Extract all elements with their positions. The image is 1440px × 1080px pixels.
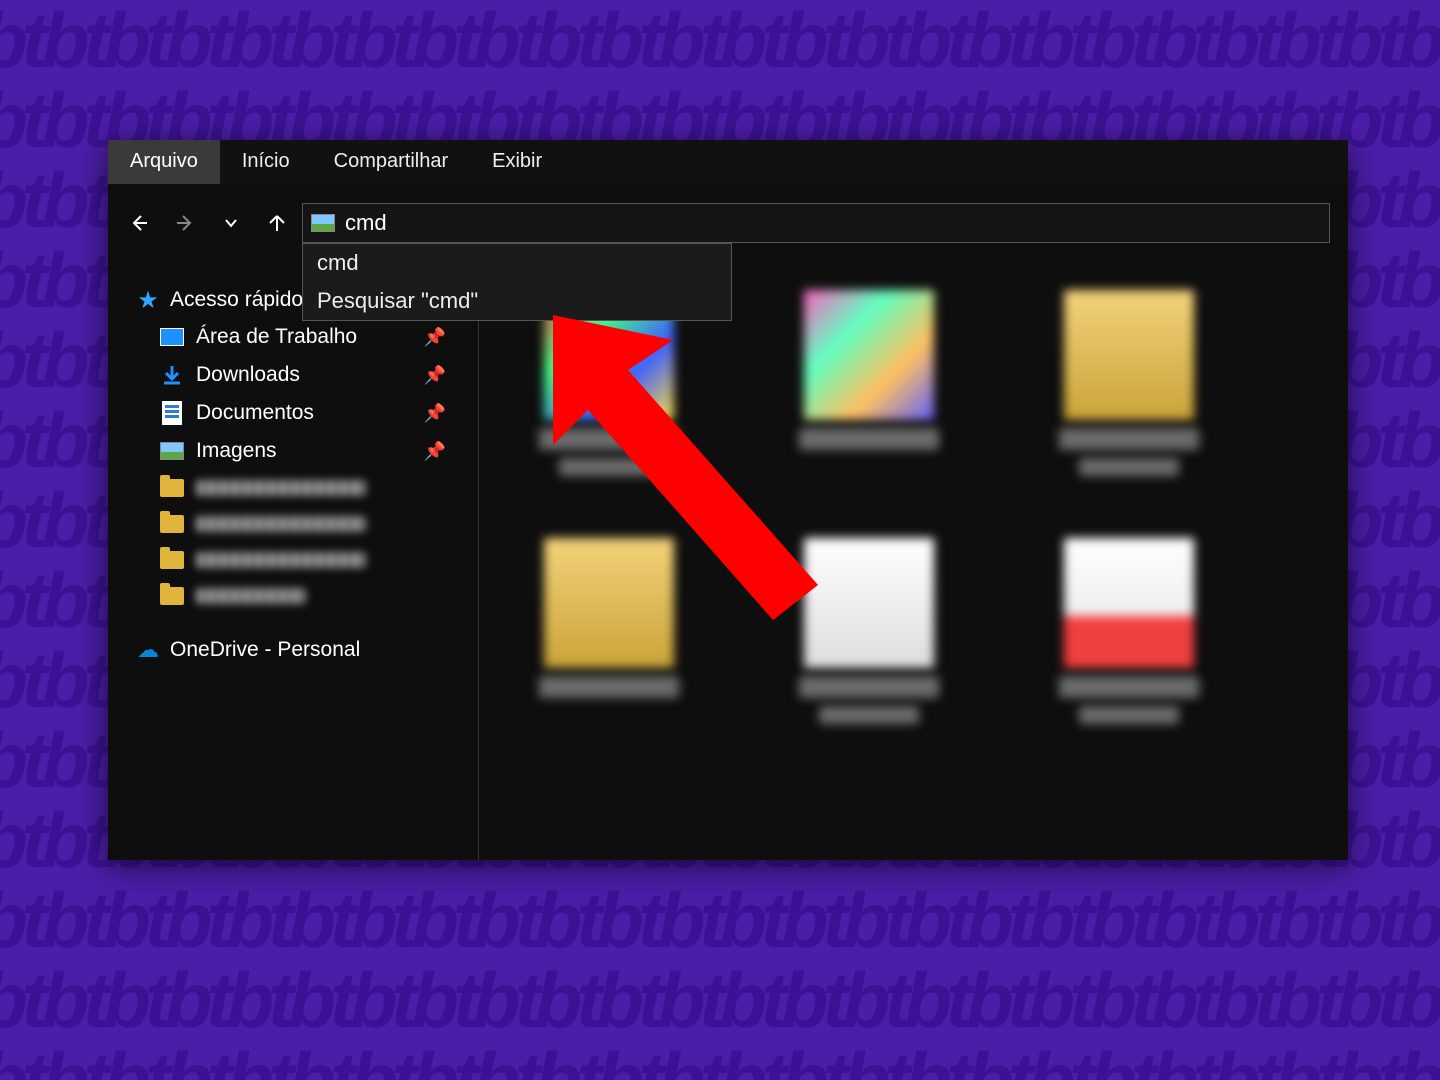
- folder-icon: [160, 551, 184, 569]
- up-button[interactable]: [256, 202, 298, 244]
- sidebar: ★ Acesso rápido Área de Trabalho 📌 Downl…: [108, 250, 478, 860]
- nav-row: cmd Pesquisar "cmd": [108, 196, 1348, 250]
- sidebar-item-label-blurred: [196, 588, 306, 604]
- sidebar-item-folder[interactable]: [136, 542, 468, 578]
- folder-icon: [160, 515, 184, 533]
- pin-icon: 📌: [424, 441, 446, 462]
- menu-view[interactable]: Exibir: [470, 140, 564, 184]
- folder-thumbnail: [544, 538, 674, 668]
- file-label-blurred: [1059, 428, 1199, 450]
- file-thumbnail: [804, 290, 934, 420]
- arrow-right-icon: [175, 213, 195, 233]
- file-item[interactable]: [1029, 290, 1229, 520]
- folder-thumbnail: [1064, 538, 1194, 668]
- file-item[interactable]: [509, 538, 709, 768]
- sidebar-item-label-blurred: [196, 480, 366, 496]
- sidebar-item-label-blurred: [196, 516, 366, 532]
- explorer-window: Arquivo Início Compartilhar Exibir cmd P…: [108, 140, 1348, 860]
- file-label-blurred: [799, 428, 939, 450]
- cloud-icon: ☁: [136, 639, 160, 661]
- file-item[interactable]: [769, 290, 969, 520]
- desktop-icon: [160, 328, 184, 346]
- address-suggest-dropdown: cmd Pesquisar "cmd": [302, 243, 732, 321]
- recent-dropdown-button[interactable]: [210, 202, 252, 244]
- pin-icon: 📌: [424, 403, 446, 424]
- sidebar-label: Acesso rápido: [170, 288, 303, 312]
- sidebar-item-desktop[interactable]: Área de Trabalho 📌: [136, 318, 468, 356]
- file-label-blurred: [1059, 676, 1199, 698]
- address-bar[interactable]: cmd Pesquisar "cmd": [302, 203, 1330, 243]
- file-item[interactable]: [769, 538, 969, 768]
- file-label-blurred: [799, 676, 939, 698]
- content-area[interactable]: [479, 250, 1348, 860]
- file-item[interactable]: [1029, 538, 1229, 768]
- back-button[interactable]: [118, 202, 160, 244]
- menubar: Arquivo Início Compartilhar Exibir: [108, 140, 1348, 184]
- address-input[interactable]: [345, 210, 1321, 236]
- menu-home[interactable]: Início: [220, 140, 312, 184]
- file-label-blurred: [539, 428, 679, 450]
- sidebar-item-folder[interactable]: [136, 470, 468, 506]
- sidebar-item-images[interactable]: Imagens 📌: [136, 432, 468, 470]
- pin-icon: 📌: [424, 365, 446, 386]
- forward-button[interactable]: [164, 202, 206, 244]
- sidebar-item-label: Documentos: [196, 401, 314, 425]
- address-suggest-item[interactable]: Pesquisar "cmd": [303, 282, 731, 320]
- download-icon: [160, 364, 184, 386]
- address-suggest-item[interactable]: cmd: [303, 244, 731, 282]
- sidebar-item-documents[interactable]: Documentos 📌: [136, 394, 468, 432]
- file-item[interactable]: [509, 290, 709, 520]
- location-icon: [311, 214, 335, 232]
- arrow-left-icon: [129, 213, 149, 233]
- chevron-down-icon: [224, 216, 238, 230]
- images-icon: [160, 442, 184, 460]
- file-label-blurred: [1079, 706, 1179, 724]
- pin-icon: 📌: [424, 327, 446, 348]
- sidebar-item-label: Downloads: [196, 363, 300, 387]
- sidebar-item-label: Imagens: [196, 439, 277, 463]
- sidebar-item-downloads[interactable]: Downloads 📌: [136, 356, 468, 394]
- file-label-blurred: [1079, 458, 1179, 476]
- folder-thumbnail: [804, 538, 934, 668]
- folder-icon: [160, 587, 184, 605]
- file-label-blurred: [559, 458, 659, 476]
- sidebar-item-folder[interactable]: [136, 506, 468, 542]
- menu-share[interactable]: Compartilhar: [312, 140, 470, 184]
- star-icon: ★: [136, 289, 160, 311]
- document-icon: [162, 401, 182, 425]
- sidebar-item-label-blurred: [196, 552, 366, 568]
- file-label-blurred: [539, 676, 679, 698]
- menu-file[interactable]: Arquivo: [108, 140, 220, 184]
- arrow-up-icon: [267, 213, 287, 233]
- folder-icon: [160, 479, 184, 497]
- sidebar-label: OneDrive - Personal: [170, 638, 360, 662]
- sidebar-item-folder[interactable]: [136, 578, 468, 614]
- sidebar-onedrive[interactable]: ☁ OneDrive - Personal: [136, 632, 468, 668]
- file-label-blurred: [819, 706, 919, 724]
- sidebar-item-label: Área de Trabalho: [196, 325, 357, 349]
- folder-thumbnail: [1064, 290, 1194, 420]
